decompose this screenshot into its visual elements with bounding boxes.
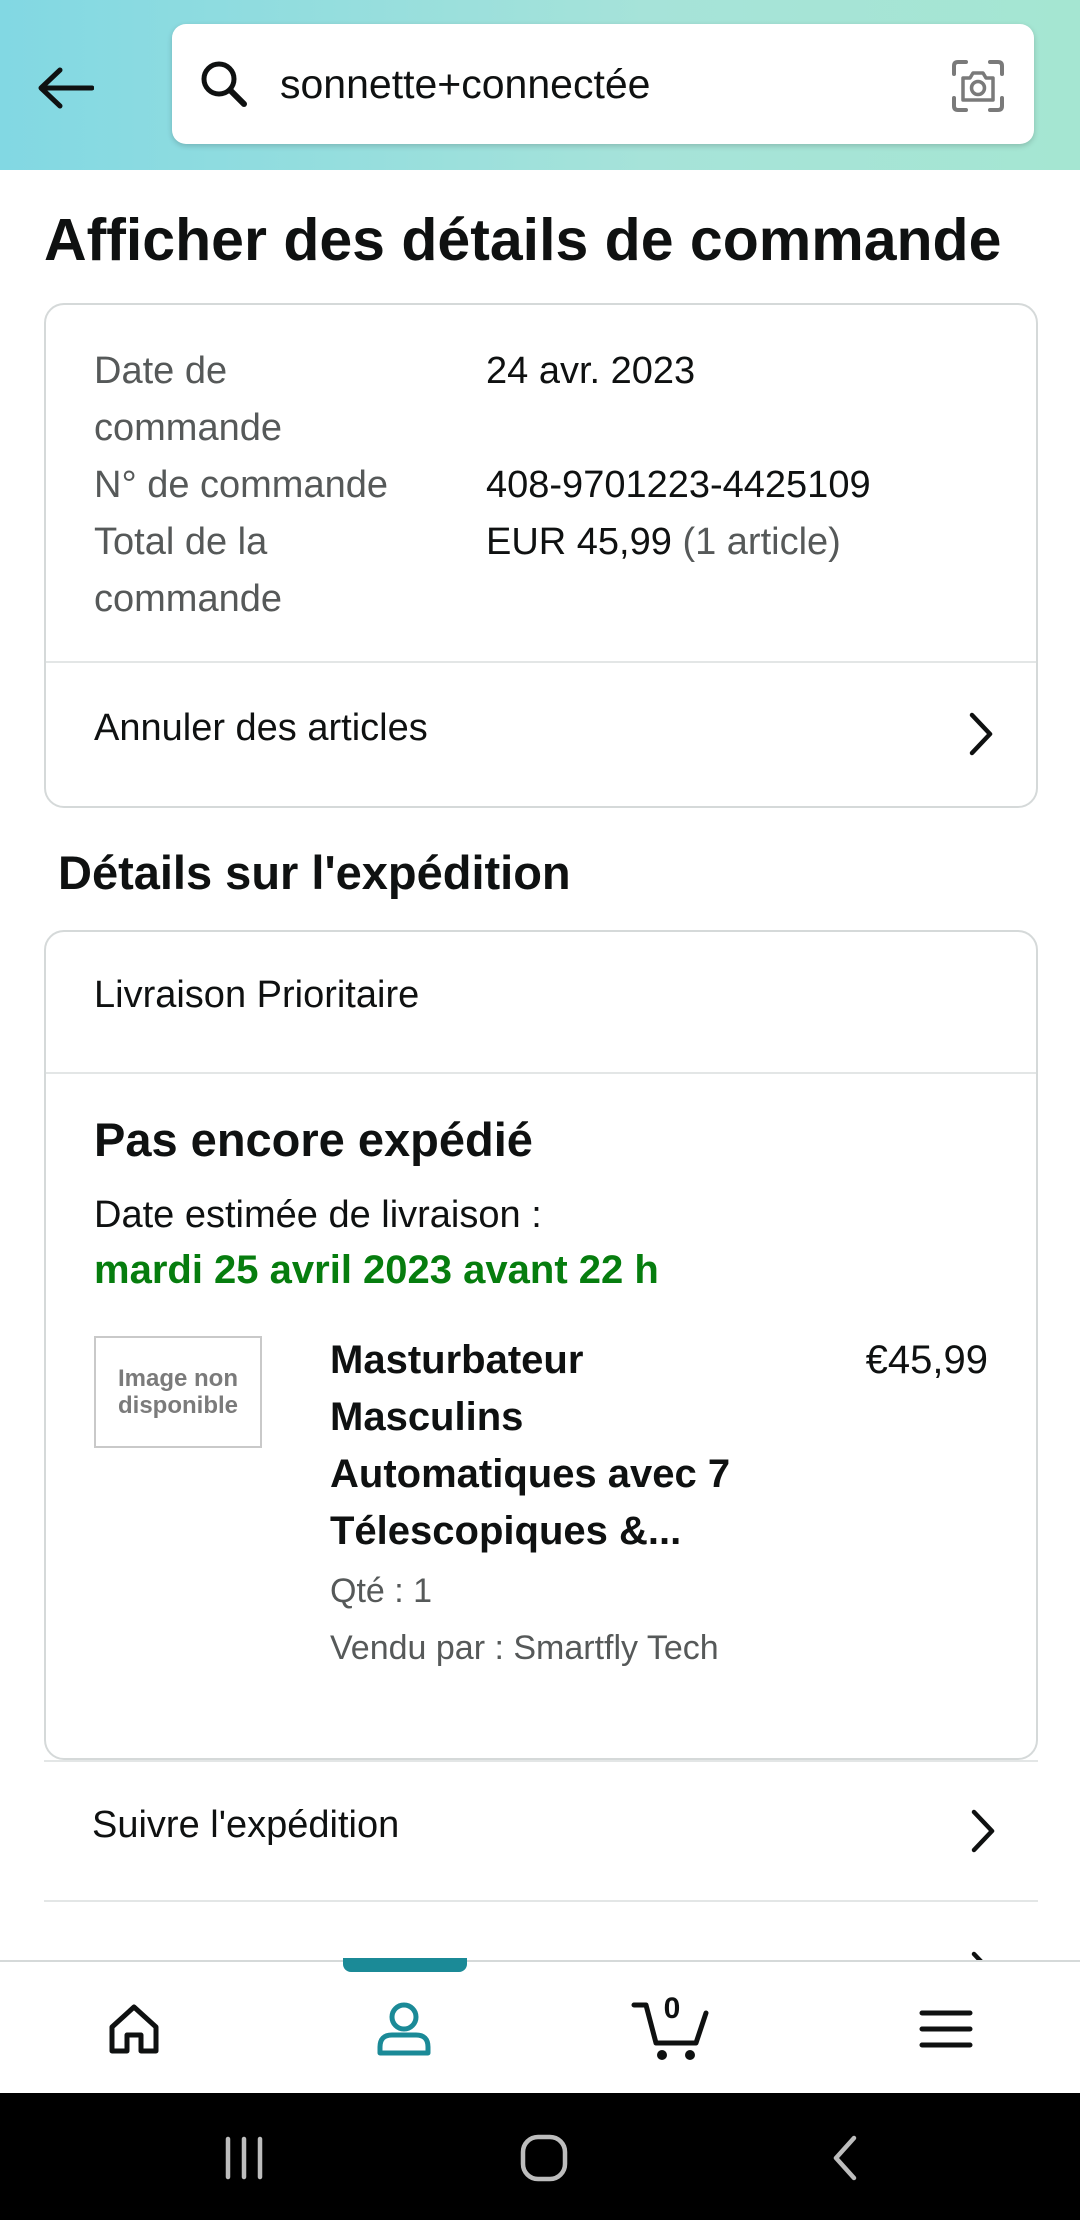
order-total-amount: EUR 45,99 — [486, 521, 672, 563]
back-button[interactable] — [30, 48, 100, 128]
product-title[interactable]: Masturbateur Masculins Automatiques avec… — [330, 1332, 770, 1560]
shipment-card: Livraison Prioritaire Pas encore expédié… — [44, 930, 1038, 1760]
order-date-row: Date de commande 24 avr. 2023 — [94, 343, 994, 457]
recent-apps-icon — [225, 2136, 263, 2180]
product-price: €45,99 — [865, 1338, 988, 1382]
chevron-right-icon — [969, 712, 993, 756]
next-row-partial[interactable] — [44, 1900, 1038, 1960]
order-date-value: 24 avr. 2023 — [486, 350, 696, 392]
bottom-nav: 0 — [0, 1958, 1080, 2095]
back-system-button[interactable] — [796, 2113, 896, 2203]
estimated-delivery-label: Date estimée de livraison : — [94, 1194, 542, 1236]
product-quantity: Qté : 1 — [330, 1572, 433, 1610]
order-summary-card: Date de commande 24 avr. 2023 N° de comm… — [44, 303, 1038, 808]
home-circle-icon — [520, 2134, 568, 2182]
home-system-button[interactable] — [494, 2113, 594, 2203]
shipment-section-title: Détails sur l'expédition — [58, 846, 571, 899]
cart-count: 0 — [663, 1992, 681, 2025]
order-number-row: N° de commande 408-9701223-4425109 — [94, 457, 994, 514]
order-number-value: 408-9701223-4425109 — [486, 464, 871, 506]
estimated-delivery-date: mardi 25 avril 2023 avant 22 h — [94, 1248, 659, 1292]
product-image-placeholder[interactable]: Image non disponible — [94, 1336, 262, 1448]
cancel-items-label: Annuler des articles — [94, 707, 428, 749]
nav-menu[interactable] — [886, 1962, 1006, 2095]
cancel-items-row[interactable]: Annuler des articles — [46, 663, 1036, 806]
nav-cart[interactable]: 0 — [612, 1962, 732, 2095]
system-nav-bar — [0, 2093, 1080, 2220]
shipping-method: Livraison Prioritaire — [94, 974, 420, 1016]
order-total-value: EUR 45,99 (1 article) — [486, 514, 994, 628]
menu-icon — [919, 2010, 973, 2047]
arrow-left-icon — [38, 67, 94, 109]
chevron-right-icon — [971, 1809, 995, 1853]
product-seller: Vendu par : Smartfly Tech — [330, 1629, 719, 1667]
search-input[interactable]: sonnette+connectée — [280, 24, 650, 144]
chevron-right-icon — [971, 1951, 983, 1960]
back-chevron-icon — [833, 2135, 857, 2181]
top-header: sonnette+connectée — [0, 0, 1080, 170]
account-icon — [377, 2002, 431, 2055]
order-info-grid: Date de commande 24 avr. 2023 N° de comm… — [94, 343, 994, 628]
camera-icon[interactable] — [948, 56, 1008, 116]
track-shipment-label: Suivre l'expédition — [92, 1804, 400, 1846]
recent-apps-button[interactable] — [194, 2113, 294, 2203]
order-date-label: Date de commande — [94, 350, 282, 449]
search-bar[interactable]: sonnette+connectée — [172, 24, 1034, 144]
home-icon — [109, 2004, 159, 2053]
nav-home[interactable] — [74, 1962, 194, 2095]
nav-account[interactable] — [344, 1962, 464, 2095]
search-icon — [201, 61, 247, 107]
track-shipment-row[interactable]: Suivre l'expédition — [44, 1760, 1038, 1900]
shipment-status: Pas encore expédié — [94, 1113, 533, 1166]
order-total-row: Total de la commande EUR 45,99 (1 articl… — [94, 514, 994, 628]
page-title: Afficher des détails de commande — [44, 207, 1002, 273]
order-number-label: N° de commande — [94, 464, 388, 506]
order-total-note: (1 article) — [682, 521, 841, 563]
divider — [46, 1072, 1036, 1074]
order-total-label: Total de la commande — [94, 521, 282, 620]
